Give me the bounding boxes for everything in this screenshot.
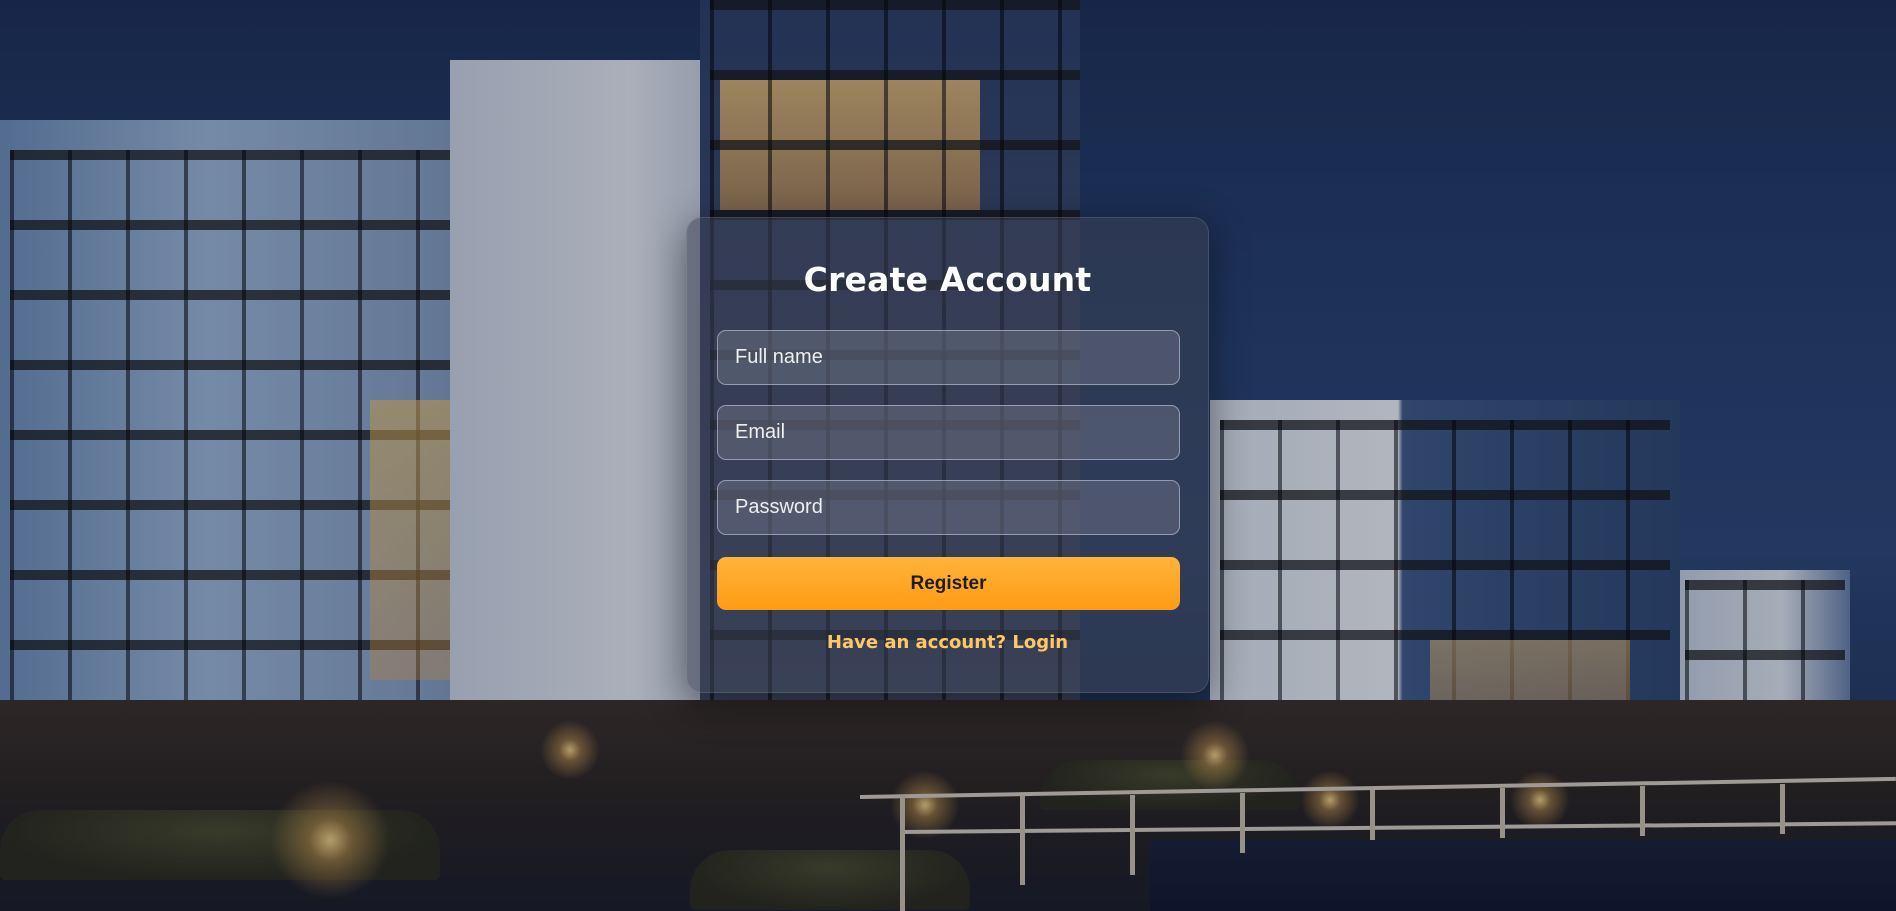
login-prompt-line: Have an account? Login [717, 632, 1178, 653]
register-card: Create Account Register Have an account?… [686, 217, 1209, 693]
login-prompt-text: Have an account? [826, 632, 1007, 653]
register-button[interactable]: Register [717, 557, 1180, 610]
login-link[interactable]: Login [1012, 632, 1068, 653]
email-input[interactable] [717, 405, 1180, 460]
password-input[interactable] [717, 480, 1180, 535]
page-title: Create Account [803, 260, 1092, 299]
fullname-input[interactable] [717, 330, 1180, 385]
